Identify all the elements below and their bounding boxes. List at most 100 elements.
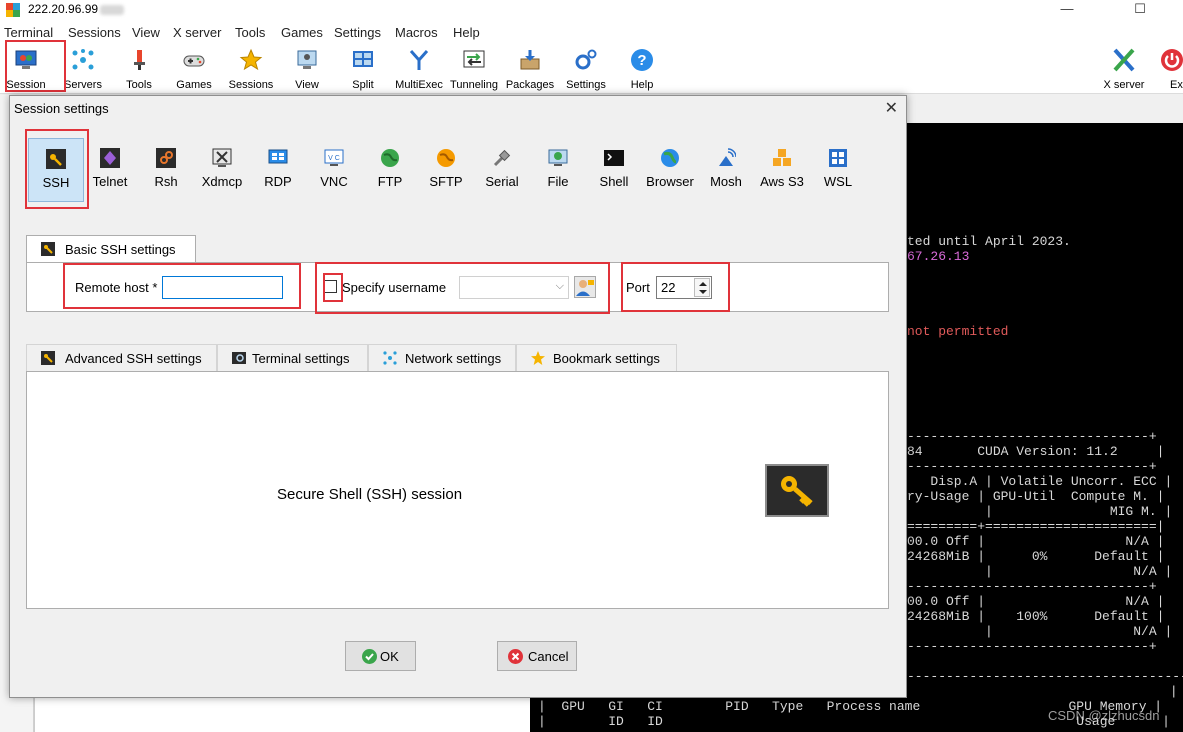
cancel-icon	[508, 649, 523, 664]
toolbar-exit-button[interactable]: Exit	[1152, 46, 1183, 92]
menu-games[interactable]: Games	[281, 25, 323, 40]
session-type-ftp[interactable]: FTP	[362, 138, 418, 202]
session-type-vnc[interactable]: V C VNC	[306, 138, 362, 202]
port-input[interactable]: 22	[656, 276, 712, 299]
terminal-settings-icon	[232, 352, 246, 364]
rsh-icon	[156, 148, 176, 168]
mosh-antenna-icon	[719, 148, 736, 166]
session-type-rdp[interactable]: RDP	[250, 138, 306, 202]
terminal-line: ry-Usage | GPU-Util Compute M. |	[907, 489, 1165, 504]
toolbar-packages-button[interactable]: Packages	[501, 46, 559, 92]
toolbar-session-button[interactable]: Session	[0, 46, 55, 92]
session-type-sftp[interactable]: SFTP	[418, 138, 474, 202]
menu-x-server[interactable]: X server	[173, 25, 221, 40]
tab-network-settings[interactable]: Network settings	[368, 344, 516, 371]
menu-view[interactable]: View	[132, 25, 160, 40]
specify-username-checkbox[interactable]	[324, 280, 337, 293]
session-type-browser[interactable]: Browser	[642, 138, 698, 202]
servers-icon	[72, 49, 94, 70]
session-settings-dialog: Session settings ✕ SSH Telnet Rsh Xdmcp …	[9, 95, 907, 698]
serial-plug-icon	[493, 149, 511, 167]
left-session-panel	[34, 695, 530, 732]
file-icon	[548, 149, 568, 166]
session-type-ssh[interactable]: SSH	[28, 138, 84, 202]
spin-up-icon[interactable]	[699, 282, 707, 286]
cancel-button[interactable]: Cancel	[497, 641, 577, 671]
user-credentials-button[interactable]	[574, 276, 596, 298]
session-type-telnet[interactable]: Telnet	[82, 138, 138, 202]
toolbar-games-button[interactable]: Games	[165, 46, 223, 92]
session-type-mosh[interactable]: Mosh	[698, 138, 754, 202]
toolbar-multiexec-button[interactable]: MultiExec	[390, 46, 448, 92]
mobaxterm-app-icon	[6, 3, 20, 17]
spin-down-icon[interactable]	[699, 290, 707, 294]
menu-terminal[interactable]: Terminal	[4, 25, 53, 40]
toolbar-tools-button[interactable]: Tools	[110, 46, 168, 92]
window-title: 222.20.96.99	[28, 2, 99, 16]
tab-advanced-ssh-settings[interactable]: Advanced SSH settings	[26, 344, 217, 371]
session-type-aws-s3[interactable]: Aws S3	[754, 138, 810, 202]
toolbar-servers-button[interactable]: Servers	[54, 46, 112, 92]
tunneling-icon	[463, 50, 485, 68]
dialog-title: Session settings	[14, 101, 109, 116]
minimize-button[interactable]: —	[1044, 0, 1090, 22]
network-icon	[383, 351, 397, 365]
port-label: Port	[626, 280, 650, 295]
watermark: CSDN @zlzhucsdn	[1048, 708, 1160, 723]
terminal-line: ----------------------------------------…	[907, 669, 1183, 684]
session-type-serial[interactable]: Serial	[474, 138, 530, 202]
specify-username-label: Specify username	[342, 280, 447, 295]
terminal-line: -------------------------------+	[907, 639, 1157, 654]
key-icon	[46, 149, 66, 169]
star-icon	[531, 351, 545, 365]
xdmcp-icon	[212, 148, 232, 167]
terminal-line: 67.26.13	[907, 249, 970, 264]
session-type-xdmcp[interactable]: Xdmcp	[194, 138, 250, 202]
help-icon: ?	[631, 49, 653, 71]
menu-macros[interactable]: Macros	[395, 25, 438, 40]
tab-terminal-settings[interactable]: Terminal settings	[217, 344, 368, 371]
port-value: 22	[661, 280, 676, 295]
svg-text:V C: V C	[328, 155, 340, 162]
session-type-file[interactable]: File	[530, 138, 586, 202]
terminal-line: | MIG M. |	[907, 504, 1173, 519]
ftp-globe-icon	[381, 149, 399, 167]
username-dropdown[interactable]: ⌵	[459, 276, 569, 299]
toolbar-view-button[interactable]: View	[278, 46, 336, 92]
terminal-line: not permitted	[907, 324, 1009, 339]
toolbar-settings-button[interactable]: Settings	[557, 46, 615, 92]
ssh-key-icon	[765, 464, 829, 517]
menu-tools[interactable]: Tools	[235, 25, 265, 40]
remote-host-input[interactable]	[162, 276, 283, 299]
multiexec-icon	[409, 50, 429, 70]
port-spinner[interactable]	[694, 278, 710, 297]
session-type-rsh[interactable]: Rsh	[138, 138, 194, 202]
key-icon	[41, 242, 55, 256]
tab-bookmark-settings[interactable]: Bookmark settings	[516, 344, 677, 371]
star-icon	[239, 48, 263, 71]
remote-host-label: Remote host *	[75, 280, 158, 295]
tab-basic-ssh-settings[interactable]: Basic SSH settings	[26, 235, 196, 263]
dialog-close-button[interactable]: ✕	[885, 98, 898, 118]
maximize-button[interactable]: ☐	[1117, 0, 1163, 22]
menu-sessions[interactable]: Sessions	[68, 25, 121, 40]
tools-icon	[134, 50, 145, 70]
gamepad-icon	[183, 55, 205, 67]
toolbar-help-button[interactable]: ? Help	[613, 46, 671, 92]
ok-button[interactable]: OK	[345, 641, 416, 671]
menu-settings[interactable]: Settings	[334, 25, 381, 40]
toolbar-split-button[interactable]: Split	[334, 46, 392, 92]
chevron-down-icon: ⌵	[555, 280, 564, 292]
x-server-icon	[1113, 48, 1135, 72]
session-type-wsl[interactable]: WSL	[810, 138, 866, 202]
menu-help[interactable]: Help	[453, 25, 480, 40]
check-icon	[362, 649, 377, 664]
gear-icon	[575, 49, 597, 70]
session-type-shell[interactable]: Shell	[586, 138, 642, 202]
toolbar-sessions-button[interactable]: Sessions	[222, 46, 280, 92]
toolbar-x-server-button[interactable]: X server	[1095, 46, 1153, 92]
windows-logo-icon	[829, 149, 847, 167]
vnc-icon: V C	[324, 149, 344, 166]
browser-globe-icon	[661, 149, 679, 167]
toolbar-tunneling-button[interactable]: Tunneling	[445, 46, 503, 92]
